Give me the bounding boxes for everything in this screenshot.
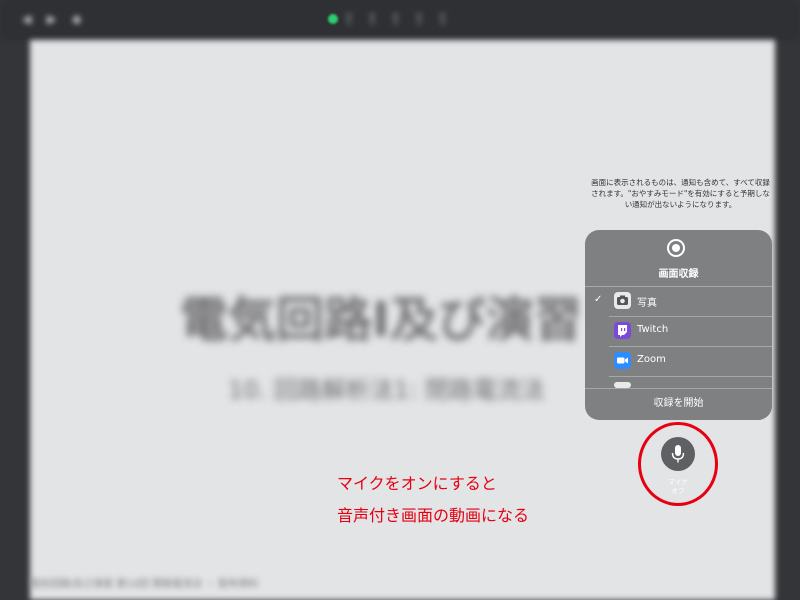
screen-recording-panel: 画面収録 ✓ 写真 Twitch Zoom 収録を開始 bbox=[585, 230, 772, 420]
option-label: Twitch bbox=[637, 324, 669, 335]
blurred-toolbar-center: Ξ Ξ Ξ Ξ Ξ bbox=[345, 12, 453, 26]
blurred-slide-subtitle: 10. 回路解析法1: 閉路電流法 bbox=[228, 376, 545, 404]
start-recording-button[interactable]: 収録を開始 bbox=[585, 388, 772, 420]
recording-indicator-dot bbox=[328, 14, 338, 24]
photos-app-icon bbox=[614, 292, 631, 309]
option-label: 写真 bbox=[637, 298, 657, 309]
record-icon-dot bbox=[672, 244, 680, 252]
option-label: Zoom bbox=[637, 354, 666, 365]
destination-option-photos[interactable]: ✓ 写真 bbox=[585, 286, 772, 316]
annotation-line-2: 音声付き画面の動画になる bbox=[337, 506, 530, 525]
divider bbox=[609, 376, 772, 377]
checkmark-icon: ✓ bbox=[594, 294, 603, 305]
zoom-app-icon bbox=[614, 352, 631, 369]
blurred-slide-footer: 電気回路I及び演習 第10回 閉路電流法 ・ 配布資料 bbox=[30, 579, 259, 590]
recording-notice: 画面に表示されるものは、通知も含めて、すべて収録されます。"おやすみモード"を有… bbox=[591, 178, 770, 209]
destination-option-zoom[interactable]: Zoom bbox=[585, 346, 772, 376]
panel-title: 画面収録 bbox=[658, 269, 699, 280]
highlight-circle bbox=[638, 422, 718, 506]
twitch-app-icon bbox=[614, 322, 631, 339]
destination-option-twitch[interactable]: Twitch bbox=[585, 316, 772, 346]
blurred-slide-title: 電気回路I及び演習 bbox=[180, 292, 582, 348]
annotation-line-1: マイクをオンにすると bbox=[337, 474, 497, 493]
blurred-toolbar-left: ◀ ▶ ◆ bbox=[22, 12, 88, 26]
